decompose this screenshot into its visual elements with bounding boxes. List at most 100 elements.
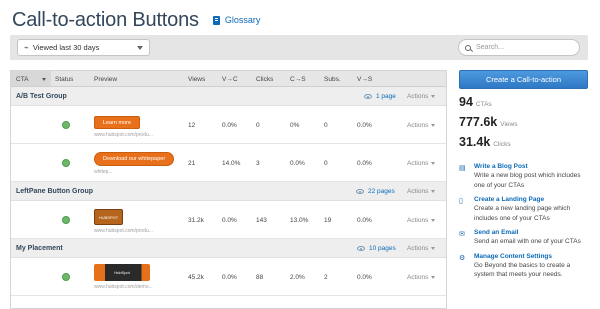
- create-cta-button[interactable]: Create a Call-to-action: [459, 70, 588, 89]
- row-actions-dropdown[interactable]: Actions: [407, 122, 436, 129]
- stat-clicks: 31.4k Clicks: [459, 135, 511, 149]
- group-name: A/B Test Group: [16, 93, 67, 100]
- group-pages-link[interactable]: 1 page: [364, 93, 396, 100]
- glossary-link[interactable]: Glossary: [212, 15, 260, 25]
- cell-clicks: 0: [256, 122, 260, 129]
- quick-links: ▤ Write a Blog Post Write a new blog pos…: [459, 163, 588, 280]
- chevron-down-icon: [431, 247, 436, 250]
- cell-subs: 0: [324, 122, 328, 129]
- column-views[interactable]: Views: [188, 76, 205, 83]
- cta-preview-button[interactable]: HUBSPOT: [94, 209, 123, 225]
- row-actions-dropdown[interactable]: Actions: [407, 274, 436, 281]
- link-manage-content-settings[interactable]: ⚙ Manage Content Settings Go Beyond the …: [459, 253, 588, 280]
- cell-clicks-to-subs: 2.0%: [290, 274, 305, 281]
- link-create-landing-page[interactable]: ▯ Create a Landing Page Create a new lan…: [459, 196, 588, 223]
- stat-ctas: 94 CTAs: [459, 95, 492, 109]
- cell-subs: 0: [324, 160, 328, 167]
- status-active-icon: [62, 121, 70, 129]
- link-send-email[interactable]: ✉ Send an Email Send an email with one o…: [459, 229, 588, 247]
- group-name: My Placement: [16, 245, 63, 252]
- cell-views-to-clicks: 14.0%: [222, 160, 241, 167]
- sidebar: Create a Call-to-action 94 CTAs 777.6k V…: [459, 70, 588, 286]
- cell-views-to-clicks: 0.0%: [222, 122, 237, 129]
- table-row[interactable]: Learn more www.hubspot.com/produ... 12 0…: [11, 106, 446, 144]
- chevron-down-icon: [431, 276, 436, 279]
- row-actions-dropdown[interactable]: Actions: [407, 217, 436, 224]
- cell-subs: 2: [324, 274, 328, 281]
- group-pages-link[interactable]: 10 pages: [357, 245, 396, 252]
- chevron-down-icon: [431, 162, 436, 165]
- chevron-down-icon: [431, 219, 436, 222]
- cta-url: www.hubspot.com/demo...: [94, 284, 153, 290]
- cell-views: 31.2k: [188, 217, 204, 224]
- search-placeholder: Search...: [476, 44, 505, 51]
- table-row[interactable]: Download our whitepaper whitep... 21 14.…: [11, 144, 446, 182]
- status-active-icon: [62, 216, 70, 224]
- cta-preview-button[interactable]: Learn more: [94, 116, 140, 129]
- column-status[interactable]: Status: [55, 76, 73, 83]
- activity-icon: ⌁: [24, 43, 29, 52]
- column-views-to-clicks[interactable]: V→C: [222, 76, 238, 83]
- column-clicks[interactable]: Clicks: [256, 76, 273, 83]
- cta-url: www.hubspot.com/produ...: [94, 228, 153, 234]
- group-header: My Placement 10 pages Actions: [11, 239, 446, 258]
- group-actions-dropdown[interactable]: Actions: [407, 188, 436, 195]
- email-icon: ✉: [459, 230, 465, 238]
- column-subs[interactable]: Subs.: [324, 76, 341, 83]
- cell-views: 12: [188, 122, 196, 129]
- page-title: Call-to-action Buttons: [12, 8, 199, 31]
- cell-views: 45.2k: [188, 274, 204, 281]
- table-row[interactable]: HubSpot www.hubspot.com/demo... 45.2k 0.…: [11, 258, 446, 296]
- cell-clicks-to-subs: 0%: [290, 122, 300, 129]
- page-icon: ▯: [459, 197, 463, 205]
- column-preview[interactable]: Preview: [94, 76, 117, 83]
- column-views-to-subs[interactable]: V→S: [357, 76, 372, 83]
- group-pages-link[interactable]: 22 pages: [356, 188, 395, 195]
- chevron-down-icon: [431, 124, 436, 127]
- eye-icon: [364, 94, 372, 99]
- page-header: Call-to-action Buttons Glossary: [12, 6, 260, 34]
- table-header: CTA Status Preview Views V→C Clicks C→S …: [11, 71, 446, 87]
- cta-preview-button[interactable]: Download our whitepaper: [94, 152, 174, 166]
- cell-views-to-clicks: 0.0%: [222, 217, 237, 224]
- stat-views: 777.6k Views: [459, 115, 518, 129]
- cell-views-to-subs: 0.0%: [357, 122, 372, 129]
- group-header: A/B Test Group 1 page Actions: [11, 87, 446, 106]
- row-actions-dropdown[interactable]: Actions: [407, 160, 436, 167]
- chevron-down-icon: [42, 78, 46, 81]
- blog-icon: ▤: [459, 164, 466, 172]
- status-active-icon: [62, 159, 70, 167]
- column-cta-filter[interactable]: CTA: [11, 71, 51, 86]
- cell-views-to-subs: 0.0%: [357, 274, 372, 281]
- group-actions-dropdown[interactable]: Actions: [407, 245, 436, 252]
- cell-subs: 19: [324, 217, 332, 224]
- gear-icon: ⚙: [459, 253, 466, 262]
- filter-bar: ⌁ Viewed last 30 days Search...: [10, 35, 588, 60]
- cta-preview-button[interactable]: HubSpot: [94, 264, 150, 281]
- date-range-value: Viewed last 30 days: [32, 43, 100, 52]
- table-row[interactable]: HUBSPOT www.hubspot.com/produ... 31.2k 0…: [11, 201, 446, 239]
- search-input[interactable]: Search...: [458, 39, 580, 56]
- group-actions-dropdown[interactable]: Actions: [407, 93, 436, 100]
- cell-clicks-to-subs: 13.0%: [290, 217, 309, 224]
- eye-icon: [357, 246, 365, 251]
- group-name: LeftPane Button Group: [16, 188, 93, 195]
- cell-views-to-clicks: 0.0%: [222, 274, 237, 281]
- book-icon: [212, 15, 220, 25]
- cell-clicks: 143: [256, 217, 267, 224]
- cta-table: CTA Status Preview Views V→C Clicks C→S …: [10, 70, 447, 309]
- chevron-down-icon: [431, 190, 436, 193]
- chevron-down-icon: [431, 95, 436, 98]
- cell-clicks: 3: [256, 160, 260, 167]
- eye-icon: [356, 189, 364, 194]
- cell-clicks-to-subs: 0.0%: [290, 160, 305, 167]
- group-header: LeftPane Button Group 22 pages Actions: [11, 182, 446, 201]
- link-write-blog-post[interactable]: ▤ Write a Blog Post Write a new blog pos…: [459, 163, 588, 190]
- cell-views-to-subs: 0.0%: [357, 160, 372, 167]
- cta-url: www.hubspot.com/produ...: [94, 132, 153, 138]
- chevron-down-icon: [137, 46, 143, 50]
- cell-views: 21: [188, 160, 196, 167]
- cell-views-to-subs: 0.0%: [357, 217, 372, 224]
- column-clicks-to-subs[interactable]: C→S: [290, 76, 306, 83]
- date-range-select[interactable]: ⌁ Viewed last 30 days: [17, 39, 150, 56]
